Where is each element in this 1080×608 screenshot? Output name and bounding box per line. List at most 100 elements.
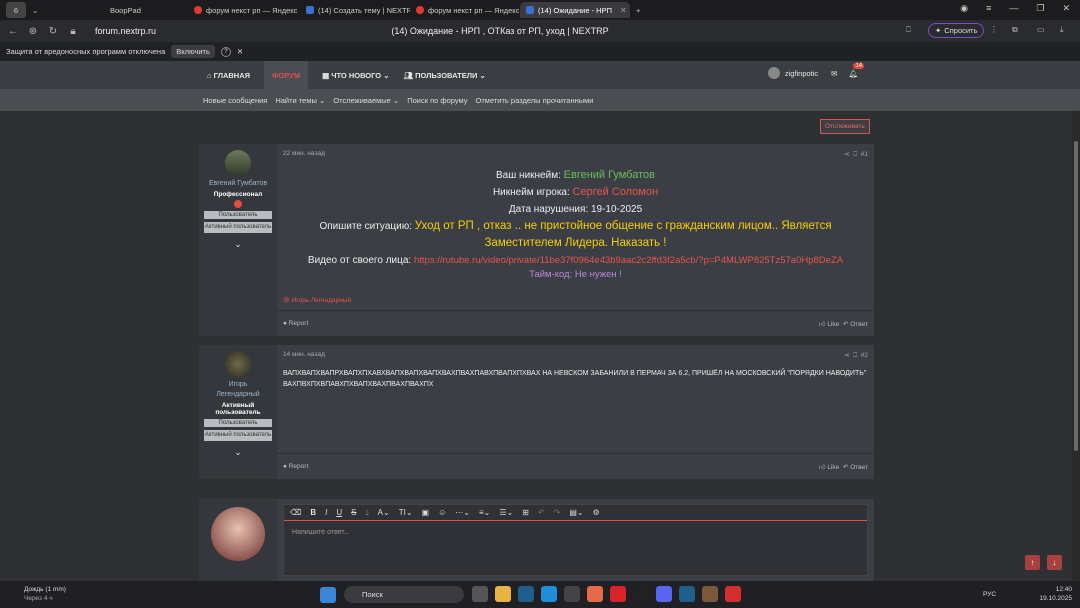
report-button[interactable]: ● Report: [283, 463, 308, 470]
image-icon[interactable]: ▣: [422, 508, 430, 517]
video-link[interactable]: https://rutube.ru/video/private/11be37f0…: [414, 255, 843, 266]
windows-start-icon[interactable]: [320, 587, 336, 603]
undo-icon[interactable]: ↶: [538, 508, 545, 517]
yandex-browser-icon[interactable]: [610, 586, 626, 602]
nav-users[interactable]: 👥︎ ПОЛЬЗОВАТЕЛИ ⌄: [404, 71, 486, 80]
like-button[interactable]: 👍︎ Like: [819, 321, 840, 328]
settings-icon[interactable]: ⚙: [593, 508, 600, 517]
nav-home[interactable]: ⌂ ГЛАВНАЯ: [207, 71, 250, 80]
more-icon[interactable]: ⋮: [990, 25, 998, 34]
nav-forum[interactable]: ФОРУМ: [264, 61, 309, 89]
table-icon[interactable]: ⊞: [522, 508, 529, 517]
nav-whats-new[interactable]: ▦ ЧТО НОВОГО ⌄: [322, 71, 389, 80]
share-icon[interactable]: ⋖: [844, 151, 849, 158]
ask-button[interactable]: ✦ Спросить: [928, 23, 985, 38]
align-icon[interactable]: ≡⌄: [479, 508, 490, 517]
weather-widget[interactable]: Дождь (1 mm) Через 4 ч: [10, 585, 66, 603]
strikethrough-icon[interactable]: S: [351, 508, 356, 517]
subnav-find-threads[interactable]: Найти темы ⌄: [275, 96, 325, 105]
reaction-bar[interactable]: 😢︎ Игорь Легендарный: [283, 296, 351, 304]
close-icon[interactable]: ✕: [237, 47, 243, 56]
store-icon[interactable]: [564, 586, 580, 602]
user-menu[interactable]: zigfinpotic ✉ 🔔︎ 14: [767, 62, 865, 79]
steam-icon[interactable]: [518, 586, 534, 602]
chevron-down-icon[interactable]: ⌄: [26, 2, 44, 18]
smile-icon[interactable]: ☺: [438, 508, 446, 517]
like-button[interactable]: 👍︎ Like: [819, 464, 840, 471]
help-icon[interactable]: ?: [220, 46, 231, 57]
sidebar-icon[interactable]: ▭: [1037, 25, 1045, 34]
reply-button[interactable]: ↶ Ответ: [843, 464, 868, 471]
preview-icon[interactable]: ▤⌄: [569, 508, 583, 517]
extensions-icon[interactable]: ⧉: [1012, 25, 1018, 35]
subnav-new-posts[interactable]: Новые сообщения: [203, 96, 267, 105]
menu-icon[interactable]: ≡: [986, 3, 991, 14]
reply-button[interactable]: ↶ Ответ: [843, 321, 868, 328]
scroll-up-button[interactable]: ↑: [1025, 555, 1040, 570]
discord-icon[interactable]: [656, 586, 672, 602]
reaction-user[interactable]: Игорь Легендарный: [292, 297, 352, 304]
watch-button[interactable]: Отслеживать: [820, 119, 870, 134]
file-explorer-icon[interactable]: [495, 586, 511, 602]
post-time[interactable]: 22 мин. назад: [283, 150, 325, 159]
subnav-mark-read[interactable]: Отметить разделы прочитанными: [476, 96, 594, 105]
profile-icon[interactable]: ◉: [960, 3, 968, 14]
mail-icon[interactable]: ✉: [831, 69, 837, 78]
tab-yandex-2[interactable]: форум некст рп — Яндекс✕: [410, 2, 520, 18]
enable-button[interactable]: Включить: [171, 45, 215, 58]
author-name[interactable]: Евгений Гумбатов: [209, 179, 267, 189]
clock[interactable]: 12:40 19.10.2025: [1039, 585, 1072, 603]
steam-icon-2[interactable]: [679, 586, 695, 602]
scrollbar-thumb[interactable]: [1074, 141, 1078, 451]
tab-booppad[interactable]: BoopPad: [104, 2, 184, 18]
color-icon[interactable]: 💧︎: [365, 508, 368, 518]
reply-input[interactable]: Напишите ответ...: [284, 521, 867, 544]
app-icon[interactable]: [633, 586, 649, 602]
close-icon[interactable]: ✕: [620, 6, 627, 15]
game-icon[interactable]: [702, 586, 718, 602]
telegram-icon[interactable]: [587, 586, 603, 602]
avatar[interactable]: [225, 150, 251, 176]
bookmark-icon[interactable]: ⎕: [853, 151, 857, 158]
close-window-icon[interactable]: ✕: [1062, 3, 1070, 14]
author-name[interactable]: Игорь Легендарный: [208, 380, 268, 400]
tab-counter[interactable]: 6: [6, 2, 26, 18]
language-indicator[interactable]: РУС: [983, 591, 996, 598]
underline-icon[interactable]: U: [336, 508, 342, 517]
scroll-down-button[interactable]: ↓: [1047, 555, 1062, 570]
more-icon[interactable]: ⋯⌄: [455, 508, 470, 517]
italic-icon[interactable]: I: [325, 508, 327, 517]
tab-waiting[interactable]: (14) Ожидание - НРП ✕: [520, 2, 630, 18]
post-number[interactable]: #2: [861, 352, 868, 359]
font-size-icon[interactable]: A⌄: [378, 508, 390, 517]
report-button[interactable]: ● Report: [283, 320, 308, 327]
bookmark-icon[interactable]: ⎕: [853, 352, 857, 359]
chevron-down-icon[interactable]: ⌄: [234, 239, 242, 250]
post-number[interactable]: #1: [861, 151, 868, 158]
date: 19.10.2025: [1039, 595, 1072, 602]
avatar[interactable]: [225, 351, 251, 377]
scrollbar[interactable]: [1072, 111, 1080, 581]
share-icon[interactable]: ⋖: [844, 352, 849, 359]
subnav-search[interactable]: Поиск по форуму: [407, 96, 467, 105]
tab-yandex-1[interactable]: форум некст рп — Яндекс✕: [188, 2, 300, 18]
bookmark-icon[interactable]: ⎕: [906, 25, 911, 35]
new-tab-button[interactable]: +: [630, 2, 648, 18]
eraser-icon[interactable]: ⌫: [290, 508, 301, 517]
edge-icon[interactable]: [541, 586, 557, 602]
tab-create-topic[interactable]: (14) Создать тему | NEXTRP✕: [300, 2, 410, 18]
media-icon[interactable]: [725, 586, 741, 602]
subnav-watched[interactable]: Отслеживаемые ⌄: [333, 96, 399, 105]
restore-icon[interactable]: ❐: [1036, 3, 1044, 14]
chevron-down-icon[interactable]: ⌄: [234, 447, 242, 458]
post-time[interactable]: 14 мин. назад: [283, 351, 325, 360]
task-view-icon[interactable]: [472, 586, 488, 602]
redo-icon[interactable]: ↷: [554, 508, 561, 517]
list-icon[interactable]: ☰⌄: [499, 508, 513, 517]
download-icon[interactable]: ⤓: [1060, 25, 1064, 35]
taskbar-search[interactable]: Поиск: [344, 586, 464, 603]
bold-icon[interactable]: B: [310, 508, 316, 517]
bell-icon[interactable]: 🔔︎ 14: [848, 62, 865, 78]
font-family-icon[interactable]: TI⌄: [399, 508, 413, 517]
minimize-icon[interactable]: —: [1009, 3, 1018, 14]
